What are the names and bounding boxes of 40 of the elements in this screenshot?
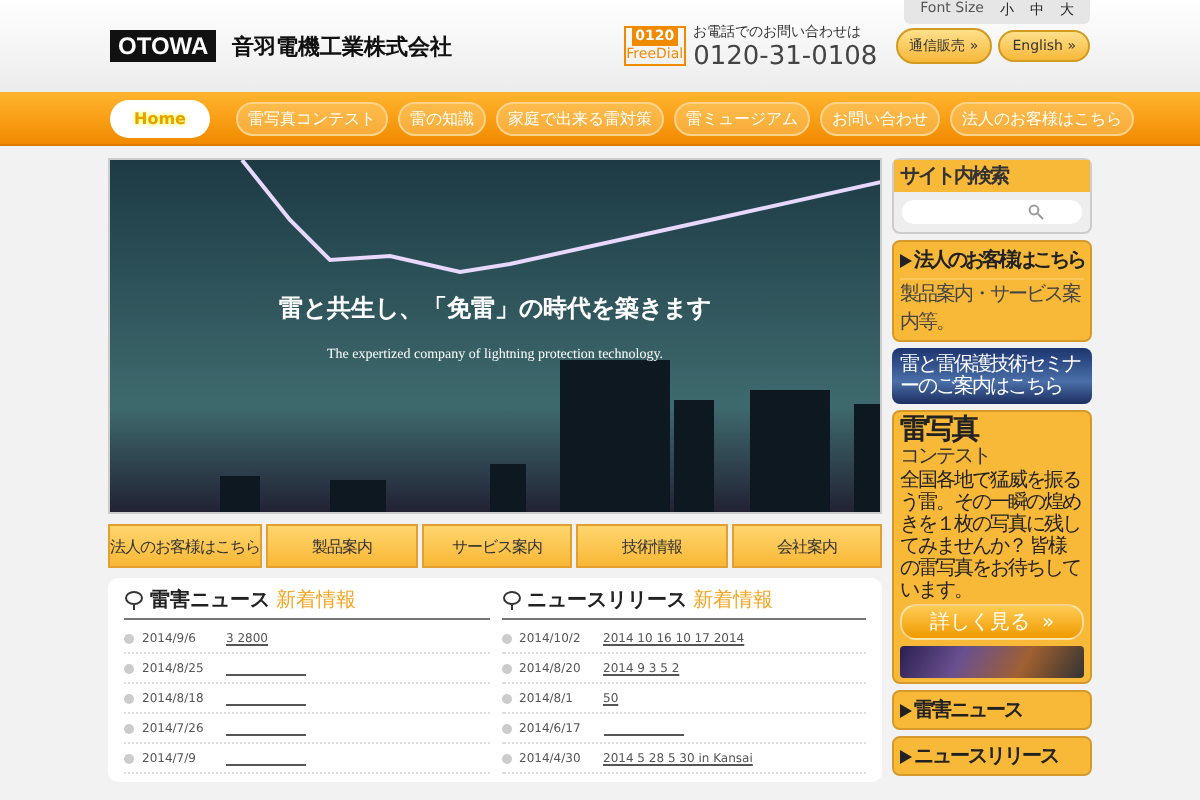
- tree-icon: [501, 590, 521, 610]
- logo[interactable]: OTOWA: [110, 30, 217, 62]
- search-icon[interactable]: [1028, 204, 1044, 220]
- sidebar-link-button[interactable]: 雷害ニュース: [892, 690, 1092, 730]
- contest-title: 雷写真: [900, 416, 979, 446]
- new-label: 新着情報: [693, 587, 773, 614]
- bullet-icon: [501, 753, 511, 763]
- contest-subtitle: コンテスト: [900, 446, 992, 468]
- triangle-icon: [900, 749, 912, 763]
- seminar-banner[interactable]: 雷と雷保護技術セミナーのご案内はこちら: [892, 348, 1092, 404]
- bullet-icon: [501, 663, 511, 673]
- bullet-icon: [124, 753, 134, 763]
- corporate-card[interactable]: 法人のお客様はこちら 製品案内・サービス案内等。: [892, 240, 1092, 342]
- search-title: サイト内検索: [894, 160, 1090, 192]
- triangle-icon: [900, 253, 912, 267]
- bullet-icon: [124, 663, 134, 673]
- bullet-icon: [501, 633, 511, 643]
- new-label: 新着情報: [276, 587, 356, 614]
- hero-headline: 雷と共生し、「免雷」の時代を築きます: [279, 291, 711, 325]
- search-field[interactable]: [902, 200, 1082, 224]
- phone-number: 0120-31-0108: [693, 41, 878, 71]
- tree-icon: [124, 590, 144, 610]
- contest-text: 全国各地で猛威を振るう雷。その一瞬の煌めきを１枚の写真に残してみませんか？ 皆様の雷写真をお待ちしています。: [900, 470, 1083, 602]
- news-title: 雷害ニュース: [150, 586, 270, 614]
- corporate-subtitle: 製品案内・サービス案内等。: [900, 278, 1084, 336]
- bullet-icon: [124, 633, 134, 643]
- news-title: ニュースリリース: [527, 588, 687, 614]
- quick-link-button[interactable]: 技術情報: [576, 524, 727, 568]
- company-name: 音羽電機工業株式会社: [232, 31, 453, 61]
- quick-link-button[interactable]: サービス案内: [421, 524, 572, 568]
- sidebar-link-button[interactable]: ニュースリリース: [892, 736, 1092, 776]
- quick-link-button[interactable]: 製品案内: [266, 524, 417, 568]
- bullet-icon: [501, 723, 511, 733]
- bullet-icon: [124, 693, 134, 703]
- bullet-icon: [124, 723, 134, 733]
- quick-link-button[interactable]: 法人のお客様はこちら: [108, 524, 262, 568]
- bullet-icon: [501, 693, 511, 703]
- corporate-title: 法人のお客様はこちら: [914, 246, 1084, 274]
- quick-link-button[interactable]: 会社案内: [731, 524, 882, 568]
- triangle-icon: [900, 703, 912, 717]
